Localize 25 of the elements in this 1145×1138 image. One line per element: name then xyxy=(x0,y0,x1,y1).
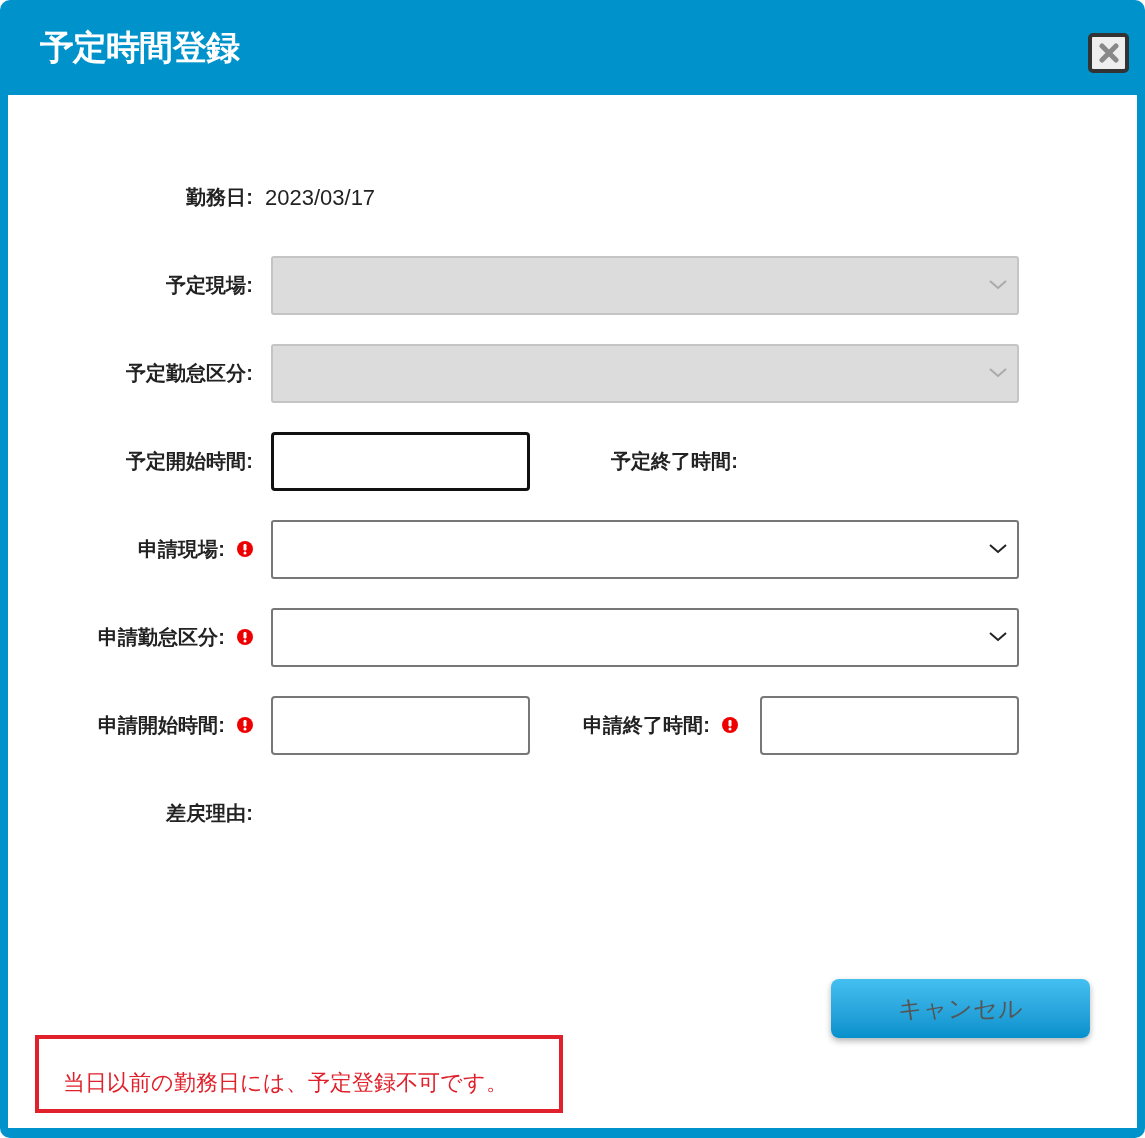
close-button[interactable] xyxy=(1088,32,1129,73)
error-message: 当日以前の勤務日には、予定登録不可です。 xyxy=(63,1069,508,1097)
chevron-down-icon xyxy=(989,280,1007,290)
field-label: 予定勤怠区分: xyxy=(126,361,253,386)
date-value: 2023/03/17 xyxy=(265,183,376,212)
field-label: 差戻理由: xyxy=(166,801,253,826)
time-input-field[interactable] xyxy=(271,695,530,755)
chevron-down-icon xyxy=(989,368,1007,378)
field-label: 予定現場: xyxy=(166,273,253,298)
field-label: 予定開始時間: xyxy=(126,449,253,474)
dropdown-field[interactable] xyxy=(271,607,1019,667)
time-input-field[interactable] xyxy=(271,431,530,491)
cancel-button[interactable]: キャンセル xyxy=(831,979,1090,1038)
field-label: 申請開始時間: xyxy=(98,713,225,738)
field-label: 勤務日: xyxy=(186,185,253,210)
chevron-down-icon xyxy=(989,544,1007,554)
chevron-down-icon xyxy=(989,632,1007,642)
time-input-field[interactable] xyxy=(760,695,1019,755)
field-label: 申請終了時間: xyxy=(583,713,710,738)
close-icon xyxy=(1098,42,1119,63)
field-label: 予定終了時間: xyxy=(611,449,738,474)
dialog-title: 予定時間登録 xyxy=(40,26,239,69)
dropdown-field[interactable] xyxy=(271,519,1019,579)
field-label: 申請現場: xyxy=(138,537,225,562)
field-label: 申請勤怠区分: xyxy=(98,625,225,650)
